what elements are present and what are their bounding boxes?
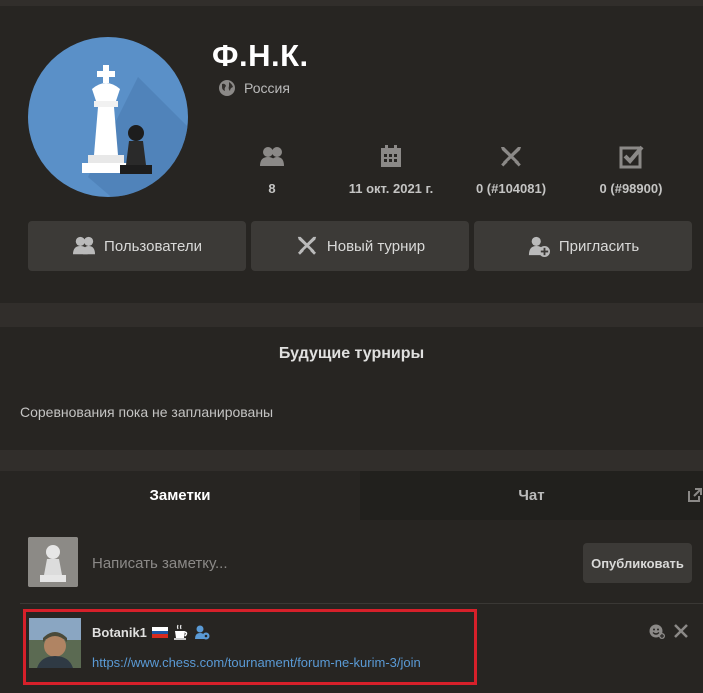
- upcoming-tournaments-panel: Будущие турниры Соревнования пока не зап…: [0, 327, 703, 450]
- crossed-swords-icon: [297, 236, 317, 255]
- notes-chat-tabs: Заметки Чат: [0, 471, 703, 520]
- coffee-cup-icon: [173, 624, 188, 640]
- post-user-line: Botanik1: [92, 624, 210, 640]
- members-button[interactable]: Пользователи: [28, 221, 246, 271]
- default-pawn-avatar-icon: [28, 537, 78, 587]
- stat-created: 11 окт. 2021 г.: [321, 145, 461, 196]
- members-icon: [73, 236, 96, 255]
- emoji-reaction-icon[interactable]: [649, 623, 665, 639]
- tab-notes[interactable]: Заметки: [0, 471, 360, 520]
- stat-ratings-value: 0 (#98900): [599, 181, 663, 196]
- upcoming-tournaments-empty: Соревнования пока не запланированы: [20, 404, 274, 420]
- post-tools: [649, 623, 689, 639]
- close-icon[interactable]: [673, 623, 689, 639]
- chess-king-pawn-logo-icon: [82, 65, 188, 197]
- post-username[interactable]: Botanik1: [92, 625, 147, 640]
- new-tournament-button-label: Новый турнир: [326, 237, 426, 255]
- members-icon: [260, 147, 284, 166]
- post-avatar[interactable]: [29, 618, 81, 668]
- notes-divider: [20, 603, 703, 604]
- club-country: Россия: [218, 79, 290, 97]
- upcoming-tournaments-title: Будущие турниры: [278, 345, 425, 362]
- invite-button-label: Пригласить: [558, 237, 640, 255]
- tab-chat-label: Чат: [518, 487, 545, 504]
- my-avatar: [28, 537, 78, 587]
- notes-panel: Опубликовать Botanik1: [0, 520, 703, 693]
- note-post: Botanik1 https://www.chess.com/tournamen…: [23, 609, 477, 685]
- staff-user-icon: [194, 625, 210, 640]
- tab-chat[interactable]: Чат: [360, 471, 703, 520]
- invite-user-icon: [528, 236, 550, 257]
- stat-created-value: 11 окт. 2021 г.: [348, 181, 434, 196]
- country-name: Россия: [244, 80, 290, 96]
- stat-matches: 0 (#104081): [441, 145, 581, 196]
- stat-ratings: 0 (#98900): [561, 145, 701, 196]
- globe-icon: [219, 80, 235, 96]
- russia-flag-icon: [151, 626, 168, 638]
- user-photo-avatar: [29, 618, 81, 668]
- stat-matches-value: 0 (#104081): [475, 181, 547, 196]
- club-title: Ф.Н.К.: [212, 38, 309, 73]
- external-link-icon[interactable]: [687, 487, 703, 503]
- tab-notes-label: Заметки: [149, 487, 211, 504]
- publish-button[interactable]: Опубликовать: [583, 543, 692, 583]
- post-link[interactable]: https://www.chess.com/tournament/forum-n…: [92, 655, 421, 670]
- calendar-icon: [381, 145, 401, 167]
- crossed-swords-icon: [501, 147, 521, 167]
- checkmark-box-icon: [619, 145, 644, 169]
- invite-button[interactable]: Пригласить: [474, 221, 692, 271]
- new-tournament-button[interactable]: Новый турнир: [251, 221, 469, 271]
- members-button-label: Пользователи: [104, 237, 202, 255]
- note-input[interactable]: [84, 544, 574, 582]
- club-logo: [28, 37, 188, 197]
